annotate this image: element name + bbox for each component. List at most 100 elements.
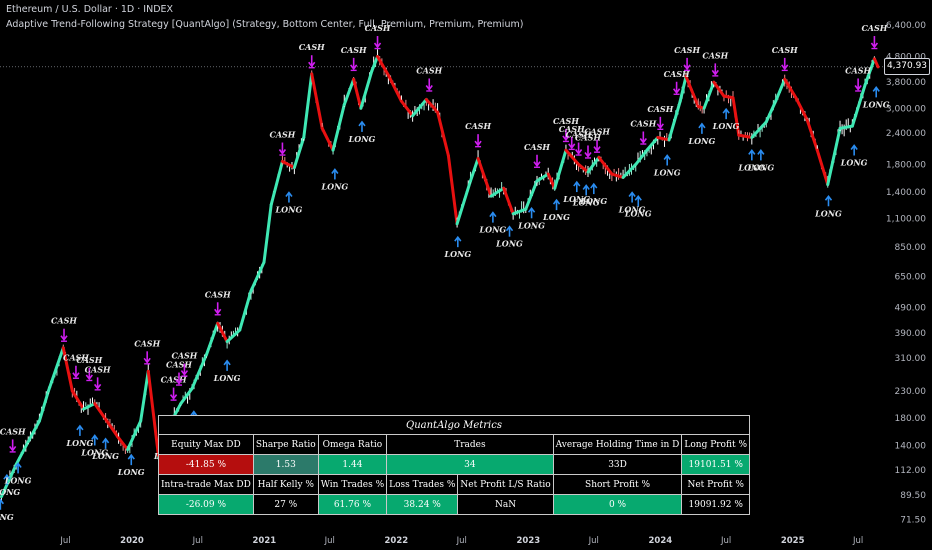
y-tick-label: 390.00 — [895, 329, 927, 339]
trend-line-segment — [750, 120, 768, 139]
trend-line-segment — [468, 157, 480, 183]
metric-label: Intra-trade Max DD — [158, 474, 254, 495]
trend-line-segment — [678, 75, 688, 103]
trend-line-segment — [436, 110, 450, 158]
cash-signal-label: CASH — [465, 121, 491, 131]
metric-label: Loss Trades % — [386, 474, 459, 495]
metric-label: Sharpe Ratio — [252, 434, 319, 455]
metric-label: Win Trades % — [317, 474, 388, 495]
long-signal-label: LONG — [688, 136, 716, 146]
trend-line-segment — [502, 186, 515, 216]
avg-holding-value: 33D — [552, 454, 683, 475]
y-tick-label: 230.00 — [895, 387, 927, 397]
metric-label: Average Holding Time in D — [552, 434, 683, 455]
cash-signal-label: CASH — [702, 50, 728, 60]
trend-line-segment — [331, 103, 346, 152]
x-tick-label: 2025 — [781, 536, 805, 546]
long-signal-label: LONG — [443, 249, 471, 259]
trend-line-segment — [370, 55, 380, 73]
trend-line-segment — [386, 73, 403, 103]
cash-signal-label: CASH — [772, 45, 798, 55]
trend-line-segment — [46, 346, 65, 393]
metric-label: Equity Max DD — [158, 434, 254, 455]
long-profit-value: 19101.51 % — [681, 454, 751, 475]
cash-signal-label: CASH — [269, 130, 295, 140]
trend-line-segment — [126, 419, 143, 452]
cash-signal-label: CASH — [134, 338, 160, 348]
y-tick-label: 650.00 — [895, 273, 927, 283]
cash-signal-label: CASH — [416, 65, 442, 75]
y-tick-label: 850.00 — [895, 243, 927, 253]
long-signal-label: LONG — [814, 208, 842, 218]
x-tick-label: Jul — [59, 536, 70, 546]
long-signal-label: LONG — [579, 196, 607, 206]
trend-line-segment — [656, 135, 671, 142]
cash-signal-label: CASH — [166, 360, 192, 370]
y-tick-label: 1,800.00 — [886, 160, 926, 170]
y-tick-label: 89.50 — [900, 491, 926, 501]
trend-line-segment — [553, 148, 568, 190]
trend-line-segment — [249, 260, 266, 293]
long-signal-label: LONG — [517, 220, 545, 230]
trend-line-segment — [586, 155, 601, 174]
trend-line-segment — [815, 148, 830, 187]
omega-ratio-value: 1.44 — [317, 454, 388, 475]
y-tick-label: 180.00 — [895, 414, 927, 424]
trend-line-segment — [37, 389, 50, 423]
cash-signal-label: CASH — [0, 426, 26, 436]
long-signal-label: LONG — [495, 239, 523, 249]
y-tick-label: 1,400.00 — [886, 188, 926, 198]
last-price-label: 4,370.93 — [884, 58, 930, 75]
equity-max-dd-value: -41.85 % — [158, 454, 254, 475]
metrics-table: QuantAlgo Metrics Equity Max DD Sharpe R… — [157, 415, 751, 515]
cash-signal-label: CASH — [524, 142, 550, 152]
trend-line-segment — [352, 77, 363, 110]
trend-line-segment — [446, 154, 459, 226]
y-tick-label: 140.00 — [895, 442, 927, 452]
half-kelly-value: 27 % — [252, 494, 319, 515]
trend-line-segment — [262, 203, 273, 264]
trend-line-segment — [376, 55, 390, 77]
trend-line-segment — [712, 80, 726, 98]
metric-label: Half Kelly % — [252, 474, 319, 495]
trend-line-segment — [645, 135, 660, 152]
trend-line-segment — [204, 321, 220, 357]
metrics-caption: QuantAlgo Metrics — [157, 415, 751, 435]
long-signal-label: LONG — [91, 451, 119, 461]
cash-signal-label: CASH — [299, 42, 325, 52]
long-signal-label: LONG — [0, 512, 14, 522]
long-signal-label: LONG — [624, 208, 652, 218]
trend-line-segment — [93, 402, 108, 421]
x-tick-label: 2022 — [385, 536, 409, 546]
x-tick-label: 2021 — [253, 536, 277, 546]
metric-label: Net Profit L/S Ratio — [457, 474, 554, 495]
cash-signal-label: CASH — [51, 316, 77, 326]
trend-line-segment — [139, 369, 150, 423]
trend-line-segment — [302, 72, 314, 139]
trend-line-segment — [342, 77, 356, 107]
metric-label: Long Profit % — [681, 434, 751, 455]
cash-signal-label: CASH — [647, 104, 673, 114]
cash-signal-label: CASH — [85, 364, 111, 374]
long-signal-label: LONG — [320, 181, 348, 191]
y-tick-label: 490.00 — [895, 304, 927, 314]
trend-line-segment — [546, 172, 557, 190]
trend-line-segment — [399, 99, 415, 118]
y-tick-label: 3,800.00 — [886, 78, 926, 88]
cash-signal-label: CASH — [664, 69, 690, 79]
trend-line-segment — [634, 148, 649, 166]
trend-line-segment — [292, 135, 306, 170]
x-tick-label: Jul — [720, 536, 731, 546]
trend-line-segment — [359, 69, 374, 110]
y-tick-label: 3,000.00 — [886, 104, 926, 114]
long-signal-label: LONG — [542, 212, 570, 222]
x-tick-label: 2023 — [516, 536, 540, 546]
loss-trades-value: 38.24 % — [386, 494, 459, 515]
long-signal-label: LONG — [0, 487, 20, 497]
intra-trade-max-dd-value: -26.09 % — [158, 494, 254, 515]
metric-label: Trades — [386, 434, 554, 455]
x-tick-label: Jul — [456, 536, 467, 546]
long-signal-label: LONG — [213, 373, 241, 383]
y-tick-label: 1,100.00 — [886, 215, 926, 225]
net-profit-ls-ratio-value: NaN — [457, 494, 554, 515]
